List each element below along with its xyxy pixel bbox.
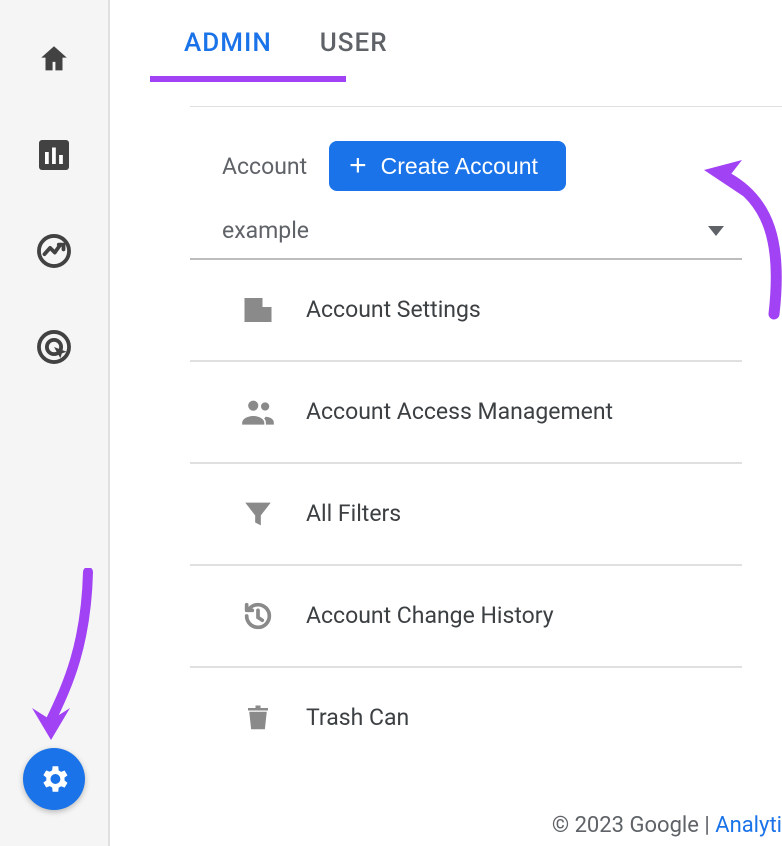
footer: © 2023 Google | Analyti xyxy=(552,813,782,838)
left-nav-rail xyxy=(0,0,110,846)
tab-underline xyxy=(150,76,346,82)
home-icon xyxy=(37,42,71,76)
target-click-icon xyxy=(35,328,73,366)
nav-admin-gear-button[interactable] xyxy=(23,748,85,810)
tab-bar: ADMIN USER xyxy=(110,0,782,82)
account-selector[interactable]: example xyxy=(190,191,742,260)
account-selector-value: example xyxy=(222,217,309,244)
account-column-label: Account xyxy=(222,153,307,180)
menu-account-access-management[interactable]: Account Access Management xyxy=(190,362,742,464)
account-menu: Account Settings Account Access Manageme… xyxy=(190,260,742,768)
nav-reports[interactable] xyxy=(33,134,75,176)
tab-user[interactable]: USER xyxy=(296,28,412,82)
menu-label: All Filters xyxy=(306,500,401,529)
bar-chart-icon xyxy=(36,137,72,173)
gear-icon xyxy=(37,762,71,796)
nav-home[interactable] xyxy=(33,38,75,80)
nav-advertising[interactable] xyxy=(33,326,75,368)
menu-label: Trash Can xyxy=(306,704,409,733)
account-header-row: Account + Create Account xyxy=(190,141,782,191)
menu-account-settings[interactable]: Account Settings xyxy=(190,260,742,362)
annotation-arrow-to-gear xyxy=(18,568,108,758)
history-icon xyxy=(238,596,278,636)
filter-icon xyxy=(238,494,278,534)
building-icon xyxy=(238,290,278,330)
tab-admin[interactable]: ADMIN xyxy=(160,28,296,82)
footer-analytics-link[interactable]: Analyti xyxy=(715,813,782,838)
create-account-button[interactable]: + Create Account xyxy=(329,141,566,191)
chevron-down-icon xyxy=(708,226,724,236)
plus-icon: + xyxy=(349,151,367,181)
people-icon xyxy=(238,392,278,432)
footer-copyright: © 2023 Google | xyxy=(552,813,715,838)
main-content: ADMIN USER Account + Create Account exam… xyxy=(110,0,782,846)
create-account-button-label: Create Account xyxy=(381,153,538,180)
menu-label: Account Access Management xyxy=(306,398,613,427)
menu-label: Account Settings xyxy=(306,296,481,325)
admin-panel: Account + Create Account example Account… xyxy=(190,106,782,768)
menu-label: Account Change History xyxy=(306,602,554,631)
trend-circle-icon xyxy=(35,232,73,270)
menu-all-filters[interactable]: All Filters xyxy=(190,464,742,566)
menu-trash-can[interactable]: Trash Can xyxy=(190,668,742,768)
nav-explore[interactable] xyxy=(33,230,75,272)
trash-icon xyxy=(238,698,278,738)
menu-account-change-history[interactable]: Account Change History xyxy=(190,566,742,668)
